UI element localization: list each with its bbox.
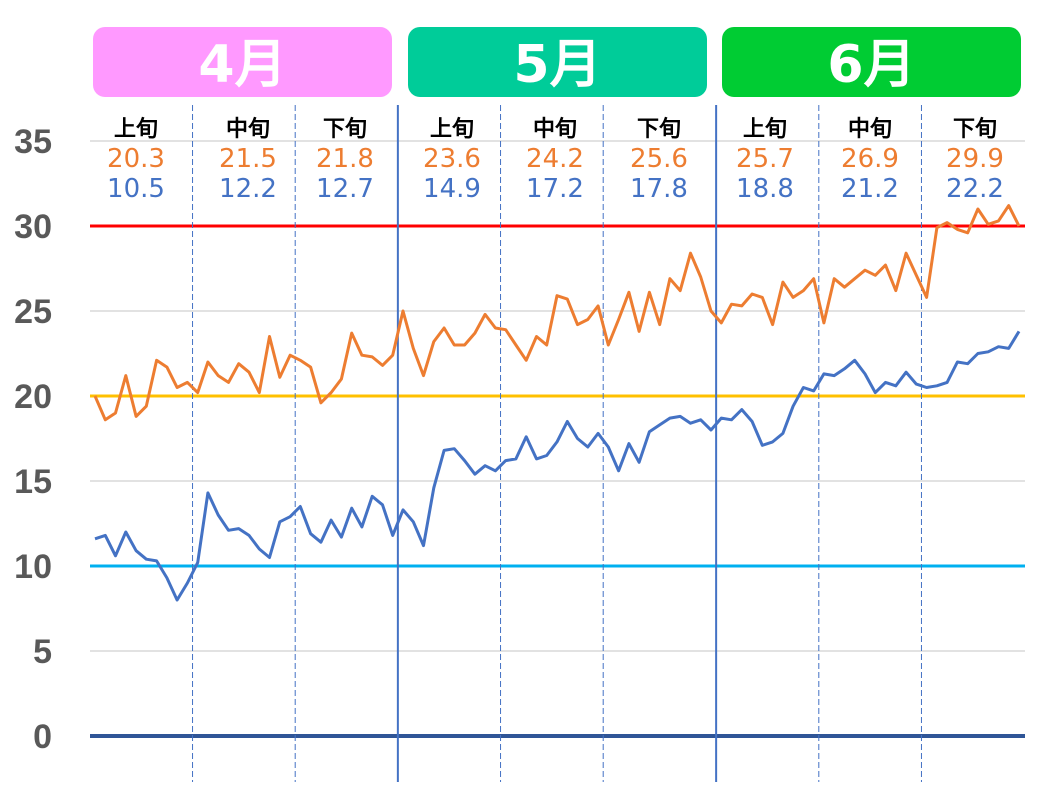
dekad-name: 下旬 <box>323 116 367 142</box>
y-axis-ticks: 0 5 10 15 20 25 30 35 <box>14 123 52 756</box>
dekad-name: 下旬 <box>637 116 681 142</box>
dekad-low-avg: 10.5 <box>107 174 165 204</box>
dekad-name: 中旬 <box>533 116 577 142</box>
dekad-low-avg: 14.9 <box>423 174 481 204</box>
dekad-low-avg: 21.2 <box>841 174 899 204</box>
month-headers: 4月 5月 6月 <box>93 27 1021 97</box>
dekad-high-avg: 21.5 <box>219 144 277 174</box>
dekad-name: 上旬 <box>430 116 474 142</box>
dekad-high-avg: 21.8 <box>316 144 374 174</box>
y-tick-label: 10 <box>14 548 52 586</box>
dekad-high-avg: 20.3 <box>107 144 165 174</box>
dekad-low-avg: 22.2 <box>946 174 1004 204</box>
dekad-name: 中旬 <box>226 116 270 142</box>
dekad-high-avg: 24.2 <box>526 144 584 174</box>
y-tick-label: 25 <box>14 293 52 331</box>
dekad-low-avg: 12.2 <box>219 174 277 204</box>
month-label: 4月 <box>198 35 286 95</box>
dekad-high-avg: 25.6 <box>630 144 688 174</box>
series-lines <box>93 204 1021 602</box>
dekad-high-avg: 29.9 <box>946 144 1004 174</box>
dekad-high-avg: 25.7 <box>736 144 794 174</box>
y-tick-label: 0 <box>33 718 52 756</box>
dekad-name: 下旬 <box>953 116 997 142</box>
dekad-name: 上旬 <box>743 116 787 142</box>
y-tick-label: 35 <box>14 123 52 161</box>
y-tick-label: 5 <box>33 633 52 671</box>
dekad-low-avg: 18.8 <box>736 174 794 204</box>
dekad-low-avg: 17.2 <box>526 174 584 204</box>
dekad-name: 中旬 <box>848 116 892 142</box>
dekad-low-avg: 17.8 <box>630 174 688 204</box>
dekad-low-avg: 12.7 <box>316 174 374 204</box>
month-label: 6月 <box>827 35 915 95</box>
temperature-chart: 4月 5月 6月 上旬20.310.5中旬21.512.2下旬21.812.7上旬2… <box>14 27 1025 782</box>
month-label: 5月 <box>513 35 601 95</box>
y-tick-label: 20 <box>14 378 52 416</box>
y-tick-label: 30 <box>14 208 52 246</box>
dekad-high-avg: 23.6 <box>423 144 481 174</box>
dekad-name: 上旬 <box>114 116 158 142</box>
dekad-labels: 上旬20.310.5中旬21.512.2下旬21.812.7上旬23.614.9… <box>107 116 1004 204</box>
dekad-high-avg: 26.9 <box>841 144 899 174</box>
y-tick-label: 15 <box>14 463 52 501</box>
